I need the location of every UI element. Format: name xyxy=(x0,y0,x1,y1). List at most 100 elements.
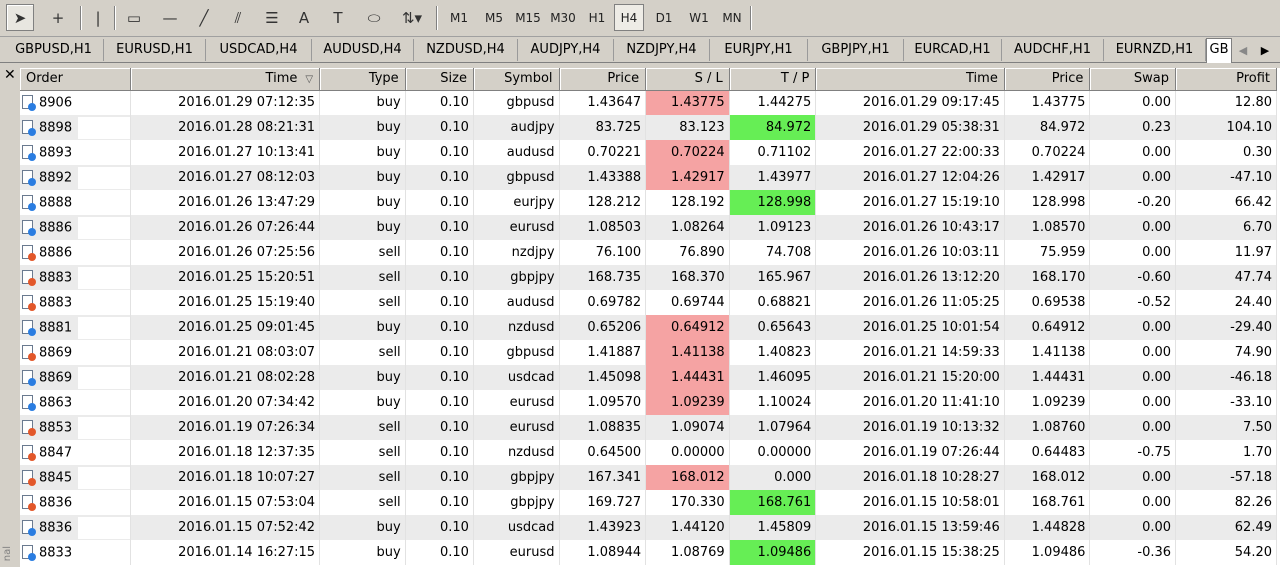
cursor-icon[interactable]: ➤ xyxy=(6,4,34,31)
chart-tab-nzdusd-h4[interactable]: NZDUSD,H4 xyxy=(414,39,518,61)
table-row[interactable]: 8898 2016.01.28 08:21:31 buy 0.10 audjpy 83.7… xyxy=(20,115,1277,140)
open-price-cell: 168.735 xyxy=(559,265,647,290)
chart-tab-eurusd-h1[interactable]: EURUSD,H1 xyxy=(104,39,206,61)
table-row[interactable]: 8863 2016.01.20 07:34:42 buy 0.10 eurusd 1.09… xyxy=(20,390,1277,415)
arrows-dropdown-icon[interactable]: ⇅▾ xyxy=(394,4,430,31)
size-cell: 0.10 xyxy=(405,90,474,115)
table-row[interactable]: 8883 2016.01.25 15:19:40 sell 0.10 audusd 0.6… xyxy=(20,290,1277,315)
chart-tab-eurnzd-h1[interactable]: EURNZD,H1 xyxy=(1104,39,1206,61)
text-icon[interactable]: A xyxy=(292,4,316,31)
swap-cell: 0.00 xyxy=(1089,490,1177,515)
close-price-cell: 1.42917 xyxy=(1004,165,1091,190)
table-row[interactable]: 8869 2016.01.21 08:02:28 buy 0.10 usdcad 1.45… xyxy=(20,365,1277,390)
close-price-cell: 0.64483 xyxy=(1004,440,1091,465)
chart-tab-eurjpy-h1[interactable]: EURJPY,H1 xyxy=(710,39,808,61)
open-price-cell: 169.727 xyxy=(559,490,647,515)
table-row[interactable]: 8836 2016.01.15 07:52:42 buy 0.10 usdcad 1.43… xyxy=(20,515,1277,540)
horizontal-line-icon[interactable]: — xyxy=(156,4,184,31)
close-price-cell: 1.08760 xyxy=(1004,415,1091,440)
profit-cell: 104.10 xyxy=(1175,115,1277,140)
chart-tab-audjpy-h4[interactable]: AUDJPY,H4 xyxy=(518,39,614,61)
size-cell: 0.10 xyxy=(405,490,474,515)
profit-cell: 82.26 xyxy=(1175,490,1277,515)
type-cell: buy xyxy=(319,115,406,140)
table-row[interactable]: 8836 2016.01.15 07:53:04 sell 0.10 gbpjpy 169… xyxy=(20,490,1277,515)
column-header-profit[interactable]: Profit xyxy=(1175,68,1277,91)
redaction-mask xyxy=(78,216,130,239)
order-number: 8886 xyxy=(39,220,73,235)
table-row[interactable]: 8888 2016.01.26 13:47:29 buy 0.10 eurjpy 128.… xyxy=(20,190,1277,215)
table-row[interactable]: 8886 2016.01.26 07:25:56 sell 0.10 nzdjpy 76.… xyxy=(20,240,1277,265)
chart-tab-usdcad-h4[interactable]: USDCAD,H4 xyxy=(206,39,312,61)
size-cell: 0.10 xyxy=(405,190,474,215)
table-row[interactable]: 8881 2016.01.25 09:01:45 buy 0.10 nzdusd 0.65… xyxy=(20,315,1277,340)
column-header-size[interactable]: Size xyxy=(405,68,474,91)
column-header-type[interactable]: Type xyxy=(319,68,406,91)
timeframe-m15-button[interactable]: M15 xyxy=(512,4,544,31)
table-row[interactable]: 8906 2016.01.29 07:12:35 buy 0.10 gbpusd 1.43… xyxy=(20,90,1277,115)
table-row[interactable]: 8886 2016.01.26 07:26:44 buy 0.10 eurusd 1.08… xyxy=(20,215,1277,240)
swap-cell: 0.00 xyxy=(1089,415,1177,440)
table-row[interactable]: 8892 2016.01.27 08:12:03 buy 0.10 gbpusd 1.43… xyxy=(20,165,1277,190)
symbol-cell: gbpjpy xyxy=(473,265,560,290)
crosshair-icon[interactable]: + xyxy=(44,4,72,31)
symbol-cell: usdcad xyxy=(473,365,560,390)
chart-tab-gbpusd-h1[interactable]: GBPUSD,H1 xyxy=(4,39,104,61)
buy-order-icon xyxy=(22,219,36,236)
tab-scroll-left-icon[interactable]: ◀ xyxy=(1234,41,1252,59)
fibonacci-icon[interactable]: ☰ xyxy=(258,4,286,31)
table-row[interactable]: 8869 2016.01.21 08:03:07 sell 0.10 gbpusd 1.4… xyxy=(20,340,1277,365)
vertical-line-icon[interactable]: | xyxy=(86,4,110,31)
close-icon[interactable]: ✕ xyxy=(4,68,18,82)
column-header-take-profit[interactable]: T / P xyxy=(729,68,817,91)
table-row[interactable]: 8845 2016.01.18 10:07:27 sell 0.10 gbpjpy 167… xyxy=(20,465,1277,490)
chart-tab-gbpjpy-h1[interactable]: GBPJPY,H1 xyxy=(808,39,904,61)
symbol-cell: eurusd xyxy=(473,415,560,440)
redaction-mask xyxy=(78,191,130,214)
table-row[interactable]: 8883 2016.01.25 15:20:51 sell 0.10 gbpjpy 168… xyxy=(20,265,1277,290)
column-header-swap[interactable]: Swap xyxy=(1089,68,1177,91)
profit-cell: 47.74 xyxy=(1175,265,1277,290)
table-row[interactable]: 8893 2016.01.27 10:13:41 buy 0.10 audusd 0.70… xyxy=(20,140,1277,165)
timeframe-w1-button[interactable]: W1 xyxy=(684,4,714,31)
trendline-icon[interactable]: ╱ xyxy=(190,4,218,31)
stop-loss-cell: 1.09074 xyxy=(645,415,730,440)
type-cell: buy xyxy=(319,165,406,190)
timeframe-h1-button[interactable]: H1 xyxy=(582,4,612,31)
tab-scroll-right-icon[interactable]: ▶ xyxy=(1256,41,1274,59)
column-header-order[interactable]: Order xyxy=(20,68,131,91)
swap-cell: -0.60 xyxy=(1089,265,1177,290)
ellipse-icon[interactable]: ⬭ xyxy=(360,4,388,31)
column-header-close-price[interactable]: Price xyxy=(1004,68,1091,91)
timeframe-mn-button[interactable]: MN xyxy=(716,4,748,31)
column-header-stop-loss[interactable]: S / L xyxy=(645,68,730,91)
timeframe-h4-button[interactable]: H4 xyxy=(614,4,644,31)
table-row[interactable]: 8833 2016.01.14 16:27:15 buy 0.10 eurusd 1.08… xyxy=(20,540,1277,565)
take-profit-cell: 168.761 xyxy=(729,490,817,515)
open-time-cell: 2016.01.27 08:12:03 xyxy=(130,165,321,190)
timeframe-m5-button[interactable]: M5 xyxy=(478,4,510,31)
chart-tab-nzdjpy-h4[interactable]: NZDJPY,H4 xyxy=(614,39,710,61)
column-header-symbol[interactable]: Symbol xyxy=(473,68,560,91)
table-row[interactable]: 8847 2016.01.18 12:37:35 sell 0.10 nzdusd 0.6… xyxy=(20,440,1277,465)
open-price-cell: 0.70221 xyxy=(559,140,647,165)
rectangle-icon[interactable]: ▭ xyxy=(120,4,148,31)
column-header-label: Swap xyxy=(1133,71,1170,87)
column-header-open-time[interactable]: Time ▽ xyxy=(130,68,321,91)
timeframe-m30-button[interactable]: M30 xyxy=(546,4,580,31)
size-cell: 0.10 xyxy=(405,340,474,365)
timeframe-m1-button[interactable]: M1 xyxy=(444,4,474,31)
chart-tab-gb[interactable]: GB xyxy=(1206,38,1232,63)
column-header-close-time[interactable]: Time xyxy=(815,68,1005,91)
column-header-label: T / P xyxy=(780,71,810,87)
timeframe-d1-button[interactable]: D1 xyxy=(648,4,680,31)
table-row[interactable]: 8853 2016.01.19 07:26:34 sell 0.10 eurusd 1.0… xyxy=(20,415,1277,440)
equidistant-channel-icon[interactable]: ⫽ xyxy=(224,4,252,31)
chart-tab-eurcad-h1[interactable]: EURCAD,H1 xyxy=(904,39,1002,61)
chart-tab-audusd-h4[interactable]: AUDUSD,H4 xyxy=(312,39,414,61)
column-header-open-price[interactable]: Price xyxy=(559,68,647,91)
column-header-label: Time xyxy=(265,71,298,87)
open-price-cell: 1.43388 xyxy=(559,165,647,190)
text-label-icon[interactable]: T xyxy=(326,4,350,31)
chart-tab-audchf-h1[interactable]: AUDCHF,H1 xyxy=(1002,39,1104,61)
